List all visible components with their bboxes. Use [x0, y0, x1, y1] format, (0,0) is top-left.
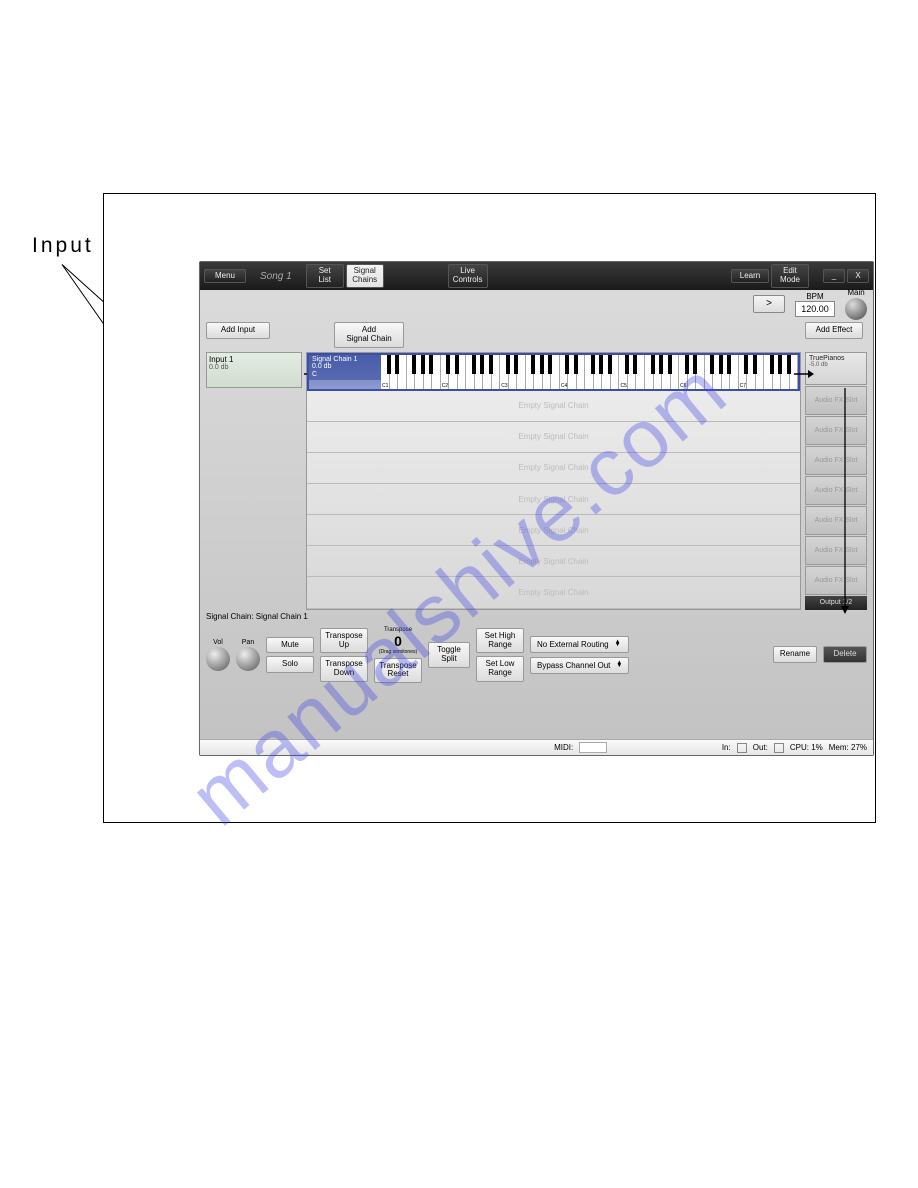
- chain-low-note: C: [312, 371, 378, 379]
- external-routing-label: No External Routing: [537, 640, 609, 649]
- bpm-value[interactable]: 120.00: [795, 301, 835, 317]
- pan-knob-group: Pan: [236, 639, 260, 671]
- keyboard[interactable]: C1 C2 C3 C4 C5 C6 C7: [381, 355, 798, 389]
- input-column: Input 1 0.0 db: [206, 352, 302, 610]
- close-button[interactable]: X: [847, 269, 869, 284]
- pan-knob[interactable]: [236, 647, 260, 671]
- fx-slot[interactable]: Audio FX Slot: [805, 386, 867, 415]
- status-bar: MIDI: In: Out: CPU: 1% Mem: 27%: [200, 739, 873, 755]
- fx-slot[interactable]: Audio FX Slot: [805, 536, 867, 565]
- bypass-channel-label: Bypass Channel Out: [537, 661, 610, 670]
- transpose-value: 0: [394, 633, 402, 649]
- chain-name: Signal Chain 1: [312, 356, 378, 364]
- cpu-label: CPU: 1%: [790, 743, 823, 752]
- in-label: In:: [722, 743, 731, 752]
- updown-icon: ▲▼: [615, 641, 621, 648]
- bpm-box: BPM 120.00: [795, 292, 835, 317]
- learn-button[interactable]: Learn: [731, 269, 769, 284]
- minimize-button[interactable]: _: [823, 269, 845, 284]
- menu-button[interactable]: Menu: [204, 269, 246, 284]
- transpose-up-button[interactable]: Transpose Up: [320, 628, 368, 654]
- callout-input: Input: [32, 234, 94, 258]
- fx-slot[interactable]: Audio FX Slot: [805, 446, 867, 475]
- transpose-reset-button[interactable]: Transpose Reset: [374, 658, 422, 684]
- signal-chain-column: Signal Chain 1 0.0 db C C1 C2 C3 C4 C5 C…: [306, 352, 801, 610]
- fx-slot[interactable]: Audio FX Slot: [805, 506, 867, 535]
- live-controls-button[interactable]: Live Controls: [448, 264, 488, 288]
- signal-chain-row-empty[interactable]: Empty Signal Chain: [307, 453, 800, 484]
- signal-chain-row-1[interactable]: Signal Chain 1 0.0 db C C1 C2 C3 C4 C5 C…: [307, 353, 800, 391]
- set-high-range-button[interactable]: Set High Range: [476, 628, 524, 654]
- app-window: Menu Song 1 Set List Signal Chains Live …: [199, 261, 874, 756]
- bpm-label: BPM: [806, 292, 823, 301]
- input-db: 0.0 db: [209, 364, 299, 371]
- rename-button[interactable]: Rename: [773, 646, 817, 663]
- add-effect-button[interactable]: Add Effect: [805, 322, 863, 339]
- updown-icon: ▲▼: [616, 662, 622, 669]
- signal-chain-row-empty[interactable]: Empty Signal Chain: [307, 391, 800, 422]
- fx-slot[interactable]: Audio FX Slot: [805, 416, 867, 445]
- input-name: Input 1: [209, 355, 299, 364]
- bypass-channel-button[interactable]: Bypass Channel Out ▲▼: [530, 657, 629, 674]
- lower-section: Vol Pan Mute Solo Transpose Up Transpose…: [200, 623, 873, 688]
- out-label: Out:: [753, 743, 768, 752]
- figure-frame: Menu Song 1 Set List Signal Chains Live …: [103, 193, 876, 823]
- solo-button[interactable]: Solo: [266, 656, 314, 673]
- signal-chain-row-empty[interactable]: Empty Signal Chain: [307, 484, 800, 515]
- main-knob[interactable]: [845, 298, 867, 320]
- midi-input[interactable]: [579, 742, 607, 753]
- main-label: Main: [847, 288, 864, 297]
- out-indicator: [774, 743, 784, 753]
- add-row: Add Input Add Signal Chain Add Effect: [200, 318, 873, 352]
- in-indicator: [737, 743, 747, 753]
- forward-button[interactable]: >: [753, 295, 785, 313]
- chain-db: 0.0 db: [312, 363, 378, 371]
- transpose-indicator: Transpose 0 (Drag semitones): [374, 627, 422, 655]
- midi-label: MIDI:: [554, 743, 573, 752]
- lower-section-label: Signal Chain: Signal Chain 1: [200, 610, 873, 623]
- signal-chain-row-empty[interactable]: Empty Signal Chain: [307, 546, 800, 577]
- stream-processor-column: TruePianos -5.0 db Audio FX Slot Audio F…: [805, 352, 867, 610]
- signal-chain-row-empty[interactable]: Empty Signal Chain: [307, 422, 800, 453]
- toggle-split-button[interactable]: Toggle Split: [428, 642, 470, 668]
- add-signal-chain-button[interactable]: Add Signal Chain: [334, 322, 404, 348]
- transpose-label-bottom: (Drag semitones): [379, 649, 417, 655]
- fx-slot[interactable]: Audio FX Slot: [805, 476, 867, 505]
- vol-knob-group: Vol: [206, 639, 230, 671]
- transpose-down-button[interactable]: Transpose Down: [320, 656, 368, 682]
- external-routing-button[interactable]: No External Routing ▲▼: [530, 636, 629, 653]
- signal-chain-row-empty[interactable]: Empty Signal Chain: [307, 515, 800, 546]
- edit-mode-button[interactable]: Edit Mode: [771, 264, 809, 288]
- delete-button[interactable]: Delete: [823, 646, 867, 663]
- output-slot[interactable]: Output 1/2: [805, 596, 867, 610]
- mute-button[interactable]: Mute: [266, 637, 314, 654]
- vol-label: Vol: [213, 639, 223, 646]
- pan-label: Pan: [242, 639, 254, 646]
- fx-active-name: TruePianos: [809, 355, 845, 363]
- top-bar: Menu Song 1 Set List Signal Chains Live …: [200, 262, 873, 290]
- arrow-down-icon: [840, 388, 850, 614]
- vol-knob[interactable]: [206, 647, 230, 671]
- fx-slot-active[interactable]: TruePianos -5.0 db: [805, 352, 867, 385]
- arrow-icon: [794, 368, 814, 380]
- signal-chains-button[interactable]: Signal Chains: [346, 264, 384, 288]
- song-title: Song 1: [248, 271, 304, 282]
- input-slot-1[interactable]: Input 1 0.0 db: [206, 352, 302, 388]
- sub-bar: > BPM 120.00 Main: [200, 290, 873, 318]
- signal-chain-row-empty[interactable]: Empty Signal Chain: [307, 577, 800, 608]
- mem-label: Mem: 27%: [829, 743, 867, 752]
- main-columns: Input 1 0.0 db Signal Chain 1 0.0 db C C…: [200, 352, 873, 610]
- fx-slot[interactable]: Audio FX Slot: [805, 566, 867, 595]
- set-list-button[interactable]: Set List: [306, 264, 344, 288]
- add-input-button[interactable]: Add Input: [206, 322, 270, 339]
- set-low-range-button[interactable]: Set Low Range: [476, 656, 524, 682]
